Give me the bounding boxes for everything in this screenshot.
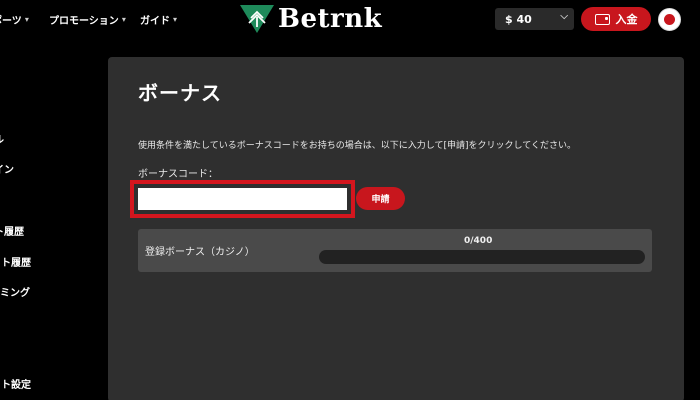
sidebar-item-history[interactable]: ト履歴 (0, 223, 24, 238)
bonus-code-input[interactable] (138, 188, 347, 210)
sidebar-item-profile[interactable]: ル (0, 131, 4, 146)
bonus-code-highlight (130, 180, 355, 218)
sidebar-item-login[interactable]: イン (0, 161, 14, 176)
site-logo[interactable]: Betrnk (240, 4, 382, 34)
nav-guide[interactable]: ガイド ▾ (140, 12, 177, 27)
progress-count: 0/400 (464, 236, 493, 246)
bonus-panel: ボーナス 使用条件を満たしているボーナスコードをお持ちの場合は、以下に入力して[… (108, 57, 684, 400)
chevron-down-icon: ⌵ (560, 11, 568, 22)
nav-promotions[interactable]: プロモーション ▾ (49, 12, 126, 27)
sidebar-item-bet-history[interactable]: ット履歴 (0, 254, 31, 269)
account-sidebar: ル イン ト履歴 ット履歴 ーミング ット設定 (0, 38, 100, 400)
nav-promotions-label: プロモーション (49, 16, 119, 27)
deposit-button[interactable]: 入金 (581, 7, 651, 31)
nav-sports-label: ポーツ (0, 16, 22, 27)
nav-guide-label: ガイド (140, 16, 170, 27)
chevron-down-icon: ▾ (24, 15, 29, 24)
balance-dropdown[interactable]: $ 40 ⌵ (495, 8, 574, 30)
progress-bar (319, 250, 645, 264)
bonus-description: 使用条件を満たしているボーナスコードをお持ちの場合は、以下に入力して[申請]をク… (138, 141, 576, 151)
bonus-progress-row: 登録ボーナス（カジノ） 0/400 (138, 229, 652, 272)
sidebar-item-settings[interactable]: ット設定 (0, 376, 31, 391)
sidebar-item-gaming[interactable]: ーミング (0, 284, 30, 299)
bonus-name: 登録ボーナス（カジノ） (145, 247, 255, 258)
nav-sports[interactable]: ポーツ ▾ (0, 12, 29, 27)
flag-circle (664, 14, 675, 25)
tree-logo-icon (240, 5, 274, 33)
page-title: ボーナス (138, 81, 222, 105)
japan-flag-icon[interactable] (658, 8, 681, 31)
top-header: ポーツ ▾ プロモーション ▾ ガイド ▾ Betrnk $ 40 ⌵ 入金 (0, 0, 700, 38)
chevron-down-icon: ▾ (173, 15, 178, 24)
chevron-down-icon: ▾ (121, 15, 126, 24)
wallet-icon (594, 13, 610, 25)
balance-amount: $ 40 (505, 12, 532, 26)
logo-text: Betrnk (278, 4, 383, 34)
apply-button[interactable]: 申請 (356, 187, 405, 210)
deposit-label: 入金 (615, 13, 638, 26)
bonus-code-label: ボーナスコード： (138, 169, 218, 180)
